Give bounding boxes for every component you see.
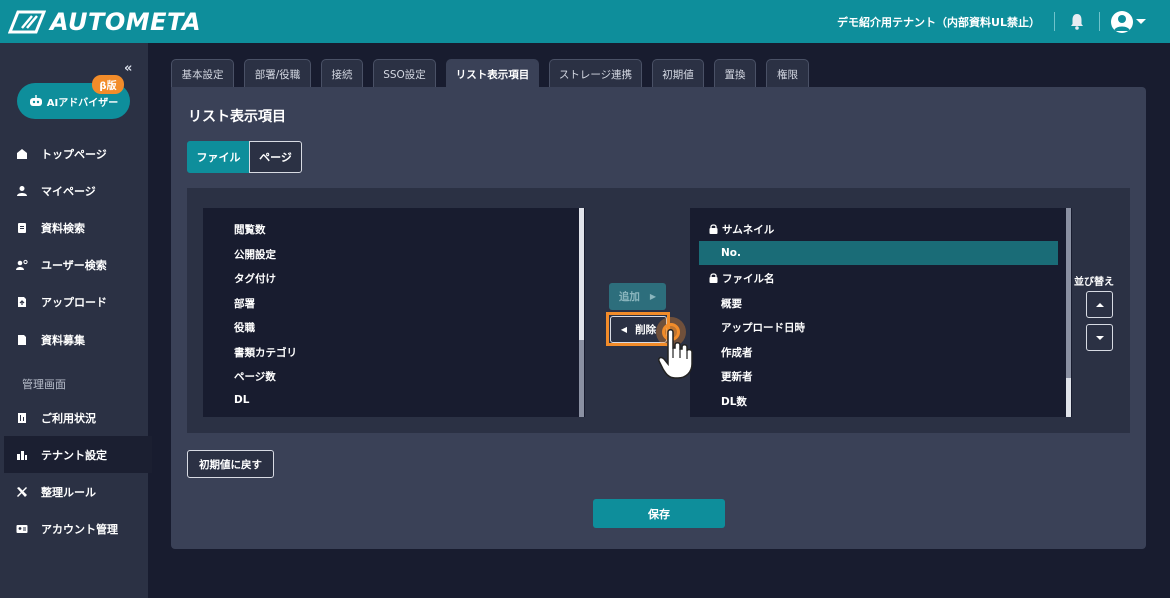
add-button-label: 追加 — [618, 291, 640, 303]
logo-icon — [8, 10, 46, 34]
robot-icon — [29, 95, 42, 106]
ai-advisor-label: AIアドバイザー — [46, 97, 119, 109]
chevron-right-icon: ▶ — [649, 292, 657, 301]
pointer-hand-icon — [658, 329, 693, 379]
usage-icon — [18, 412, 26, 423]
logo-text: AUTOMETA — [50, 8, 202, 36]
sidebar-item-label: 資料検索 — [41, 221, 85, 235]
list-item[interactable]: 書類カテゴリ — [234, 345, 297, 360]
triangle-up-icon — [1095, 302, 1104, 307]
tenant-name: デモ紹介用テナント（内部資料UL禁止） — [837, 16, 1040, 29]
move-up-button[interactable] — [1086, 291, 1113, 318]
sidebar-item-label: アカウント管理 — [41, 522, 118, 536]
list-item[interactable]: タグ付け — [234, 271, 276, 286]
home-icon — [17, 148, 27, 159]
beta-badge: β版 — [92, 75, 124, 94]
collapse-sidebar-button[interactable]: « — [124, 61, 132, 76]
document-icon — [18, 334, 26, 345]
list-item[interactable]: 作成者 — [721, 345, 753, 360]
scrollbar-thumb[interactable] — [579, 340, 584, 417]
tenant-settings-icon — [17, 450, 27, 460]
admin-section-label: 管理画面 — [22, 378, 66, 391]
add-button[interactable]: 追加 ▶ — [609, 283, 666, 310]
sidebar-item-label: アップロード — [41, 295, 107, 309]
save-button[interactable]: 保存 — [593, 499, 725, 528]
sidebar-item-label: ご利用状況 — [41, 411, 96, 425]
list-item[interactable]: アップロード日時 — [721, 320, 805, 335]
list-item[interactable]: 役職 — [234, 320, 255, 335]
sidebar-item-tenant-settings[interactable]: テナント設定 — [4, 436, 152, 473]
sidebar-item-user-search[interactable]: ユーザー検索 — [0, 246, 148, 283]
list-item[interactable]: No. — [721, 247, 741, 259]
list-item[interactable]: 閲覧数 — [234, 222, 266, 237]
sidebar-item-account-management[interactable]: アカウント管理 — [0, 510, 148, 547]
sidebar-item-top-page[interactable]: トップページ — [0, 135, 148, 172]
sidebar-item-label: 資料募集 — [41, 333, 85, 347]
top-header: AUTOMETA デモ紹介用テナント（内部資料UL禁止） — [0, 0, 1170, 43]
person-icon — [17, 185, 27, 196]
list-item[interactable]: DL — [234, 394, 249, 406]
tools-icon — [17, 486, 27, 497]
list-item[interactable]: 概要 — [721, 296, 742, 311]
chevron-down-icon[interactable] — [1136, 19, 1146, 24]
reset-to-default-button[interactable]: 初期値に戻す — [187, 450, 274, 478]
id-card-icon — [16, 524, 28, 533]
upload-icon — [18, 296, 26, 307]
sidebar-item-label: マイページ — [41, 184, 96, 198]
tab-departments[interactable]: 部署/役職 — [244, 59, 311, 88]
tab-storage[interactable]: ストレージ連携 — [549, 59, 642, 88]
tab-sso[interactable]: SSO設定 — [373, 59, 436, 88]
tab-defaults[interactable]: 初期値 — [652, 59, 704, 88]
user-avatar-icon[interactable] — [1111, 11, 1133, 33]
list-item[interactable]: ページ数 — [234, 369, 276, 384]
available-items-list[interactable]: 閲覧数 公開設定 タグ付け 部署 役職 書類カテゴリ ページ数 DL — [203, 208, 585, 417]
list-item[interactable]: 更新者 — [721, 369, 753, 384]
tab-replace[interactable]: 置換 — [714, 59, 756, 88]
sidebar-item-document-request[interactable]: 資料募集 — [0, 321, 148, 358]
segment-file[interactable]: ファイル — [187, 141, 250, 173]
list-item[interactable]: DL数 — [721, 394, 747, 409]
sidebar: « AIアドバイザー β版 トップページ マイページ 資料検索 ユーザー検索 ア… — [0, 43, 152, 598]
sidebar-item-label: テナント設定 — [41, 448, 107, 462]
sidebar-item-label: ユーザー検索 — [41, 258, 107, 272]
tab-permissions[interactable]: 権限 — [766, 59, 809, 88]
logo[interactable]: AUTOMETA — [8, 8, 201, 36]
segment-page[interactable]: ページ — [249, 141, 302, 173]
sidebar-item-upload[interactable]: アップロード — [0, 283, 148, 320]
user-search-icon — [16, 259, 28, 270]
header-divider — [1099, 12, 1100, 31]
page-title: リスト表示項目 — [188, 109, 286, 125]
document-search-icon — [18, 222, 26, 233]
lock-icon — [709, 273, 718, 283]
list-item-label: サムネイル — [722, 224, 775, 236]
move-down-button[interactable] — [1086, 324, 1113, 351]
sidebar-item-organize-rules[interactable]: 整理ルール — [0, 473, 148, 510]
list-item[interactable]: 公開設定 — [234, 247, 276, 262]
tab-connection[interactable]: 接続 — [321, 59, 363, 88]
sidebar-item-label: トップページ — [41, 147, 107, 161]
tab-basic-settings[interactable]: 基本設定 — [171, 59, 234, 88]
header-divider — [1054, 12, 1055, 31]
tab-list-display-items[interactable]: リスト表示項目 — [446, 59, 539, 88]
sort-label: 並び替え — [1074, 277, 1114, 288]
bell-icon[interactable] — [1068, 12, 1086, 30]
list-item[interactable]: 部署 — [234, 296, 255, 311]
sidebar-item-label: 整理ルール — [41, 485, 96, 499]
scrollbar-thumb[interactable] — [1066, 208, 1071, 378]
lock-icon — [709, 224, 718, 234]
sidebar-item-my-page[interactable]: マイページ — [0, 172, 148, 209]
list-item[interactable]: ファイル名 — [709, 271, 775, 286]
list-item[interactable]: サムネイル — [709, 222, 774, 237]
list-item-label: ファイル名 — [722, 273, 775, 285]
selected-items-content: サムネイル No. ファイル名 概要 アップロード日時 作成者 更新者 DL数 — [690, 208, 1072, 417]
sidebar-item-usage[interactable]: ご利用状況 — [0, 399, 148, 436]
triangle-down-icon — [1095, 335, 1104, 340]
sidebar-item-document-search[interactable]: 資料検索 — [0, 209, 148, 246]
